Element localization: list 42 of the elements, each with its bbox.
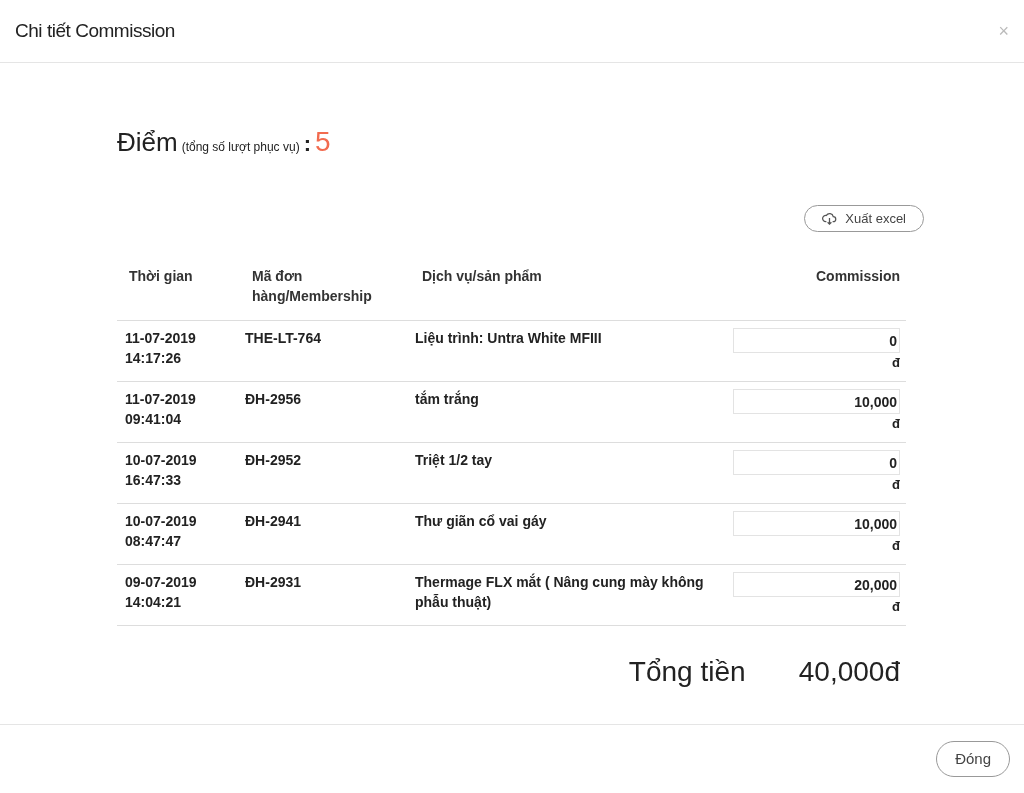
commission-field[interactable]: 10,000 bbox=[733, 389, 900, 414]
time-cell-text: 14:04:21 bbox=[125, 593, 183, 612]
commission-field[interactable]: 0 bbox=[733, 328, 900, 353]
date-cell-text: 11-07-2019 bbox=[125, 329, 197, 348]
currency-label: đ bbox=[892, 537, 900, 555]
date-cell-text: 10-07-2019 bbox=[125, 512, 198, 531]
cloud-download-icon bbox=[822, 212, 838, 225]
commission-field[interactable]: 0 bbox=[733, 450, 900, 475]
column-header: Mã đơn hàng/Membership bbox=[251, 267, 373, 306]
service-cell-text: Liệu trình: Untra White MFIII bbox=[414, 329, 603, 348]
currency-label: đ bbox=[892, 476, 900, 494]
service-cell-text: Thermage FLX mắt ( Nâng cung mày không phẫu thuật) bbox=[414, 572, 705, 612]
commission-field[interactable]: 20,000 bbox=[733, 572, 900, 597]
score-note: (tổng số lượt phục vụ) bbox=[181, 139, 300, 156]
currency-label: đ bbox=[892, 415, 900, 433]
commission-field[interactable]: 10,000 bbox=[733, 511, 900, 536]
service-cell-text: Triệt 1/2 tay bbox=[414, 451, 494, 470]
order-code-cell-text: THE-LT-764 bbox=[244, 329, 322, 348]
currency-label: đ bbox=[892, 598, 900, 616]
date-cell-text: 11-07-2019 bbox=[125, 390, 197, 409]
order-code-cell-text: ĐH-2931 bbox=[244, 573, 303, 592]
dialog-title: Chi tiết Commission bbox=[15, 18, 175, 43]
date-cell-text: 10-07-2019 bbox=[125, 451, 198, 470]
order-code-cell-text: ĐH-2952 bbox=[244, 451, 303, 470]
total-value: 40,000đ bbox=[798, 655, 900, 689]
service-cell-text: Thư giãn cổ vai gáy bbox=[414, 512, 548, 531]
score-value: 5 bbox=[314, 125, 331, 159]
date-cell-text: 09-07-2019 bbox=[125, 573, 198, 592]
order-code-cell-text: ĐH-2956 bbox=[244, 390, 303, 409]
column-header: Dịch vụ/sản phẩm bbox=[421, 267, 543, 286]
column-header: Thời gian bbox=[128, 267, 194, 286]
score-label: Điểm bbox=[117, 126, 178, 159]
service-cell-text: tắm trắng bbox=[414, 389, 480, 409]
time-cell-text: 08:47:47 bbox=[125, 532, 183, 551]
time-cell-text: 09:41:04 bbox=[125, 410, 183, 429]
column-header: Commission bbox=[815, 267, 901, 286]
total-label: Tổng tiền bbox=[628, 655, 747, 689]
order-code-cell-text: ĐH-2941 bbox=[244, 512, 303, 531]
score-separator: : bbox=[303, 130, 311, 158]
time-cell-text: 14:17:26 bbox=[125, 349, 183, 368]
currency-label: đ bbox=[892, 354, 900, 372]
time-cell-text: 16:47:33 bbox=[125, 471, 183, 490]
